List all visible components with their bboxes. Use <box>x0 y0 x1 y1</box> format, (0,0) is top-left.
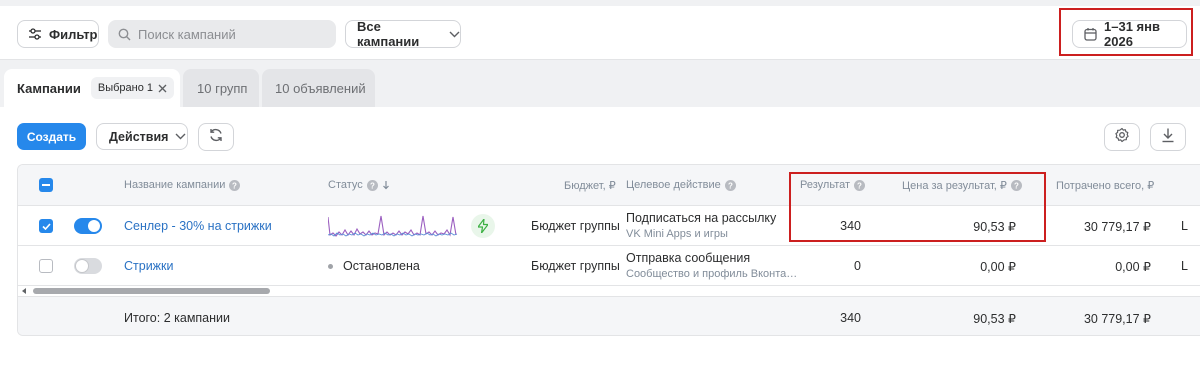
campaign-name-link[interactable]: Стрижки <box>124 259 174 273</box>
help-icon[interactable]: ? <box>229 179 241 191</box>
tab-groups-label: 10 групп <box>197 80 248 96</box>
date-range-button[interactable]: 1–31 янв 2026 <box>1072 19 1187 49</box>
lightning-icon[interactable] <box>471 214 495 238</box>
header-spent-label: Потрачено всего, ₽ <box>1056 180 1155 192</box>
result-cell: 0 <box>854 259 861 273</box>
gear-icon <box>1114 127 1130 148</box>
totals-spent: 30 779,17 ₽ <box>1083 312 1151 326</box>
goal-cell: Подписаться на рассылку <box>626 211 777 225</box>
download-icon <box>1161 127 1175 148</box>
sliders-icon <box>28 28 42 40</box>
campaign-toggle[interactable] <box>74 218 102 234</box>
status-sparkline <box>328 215 458 237</box>
tab-groups[interactable]: 10 групп <box>183 69 259 107</box>
goal-cell: Отправка сообщения <box>626 251 751 265</box>
totals-result: 340 <box>840 311 861 325</box>
spent-cell: 0,00 ₽ <box>1115 260 1151 274</box>
goal-sub: Сообщество и профиль Вконта… <box>626 268 798 280</box>
header-name-label: Название кампании <box>124 179 226 191</box>
date-range-label: 1–31 янв 2026 <box>1104 19 1160 49</box>
goal-sub: VK Mini Apps и игры <box>626 228 728 240</box>
table-row[interactable]: Стрижки Остановлена Бюджет группы Отправ… <box>18 246 1200 286</box>
budget-cell: Бюджет группы <box>531 219 620 233</box>
cost-per-result-cell: 0,00 ₽ <box>980 260 1016 274</box>
download-button[interactable] <box>1150 123 1186 151</box>
sort-down-icon[interactable] <box>382 180 390 190</box>
all-campaigns-dropdown[interactable]: Все кампании <box>345 19 461 49</box>
header-status-label: Статус <box>328 179 363 191</box>
help-icon[interactable]: ? <box>724 179 736 191</box>
status-cell: Остановлена <box>343 259 420 273</box>
search-input[interactable] <box>138 26 318 42</box>
header-goal[interactable]: Целевое действие ? <box>626 179 736 191</box>
refresh-icon <box>208 127 224 148</box>
svg-text:?: ? <box>728 181 733 190</box>
budget-cell: Бюджет группы <box>531 259 620 273</box>
select-all-checkbox[interactable] <box>39 178 53 192</box>
selected-chip: Выбрано 1 <box>90 77 175 99</box>
search-field[interactable] <box>108 20 336 48</box>
chevron-down-icon <box>175 133 186 140</box>
header-status[interactable]: Статус ? <box>328 179 390 191</box>
filter-button[interactable]: Фильтр <box>17 20 99 48</box>
close-icon[interactable] <box>158 84 167 93</box>
actions-label: Действия <box>109 129 169 144</box>
scroll-left-arrow-icon[interactable] <box>22 288 26 294</box>
all-campaigns-label: Все кампании <box>357 19 420 49</box>
spent-cell: 30 779,17 ₽ <box>1083 220 1151 234</box>
chevron-down-icon <box>449 31 460 38</box>
search-icon <box>118 28 131 41</box>
refresh-button[interactable] <box>198 123 234 151</box>
row-checkbox[interactable] <box>39 219 53 233</box>
svg-text:?: ? <box>232 181 237 190</box>
filter-bar: Фильтр Все кампании 1–31 янв 2026 <box>0 6 1200 60</box>
row-checkbox[interactable] <box>39 259 53 273</box>
tab-ads[interactable]: 10 объявлений <box>262 69 375 107</box>
calendar-icon <box>1084 27 1097 41</box>
settings-button[interactable] <box>1104 123 1140 151</box>
header-goal-label: Целевое действие <box>626 179 721 191</box>
scrollbar-thumb[interactable] <box>33 288 270 294</box>
tab-ads-label: 10 объявлений <box>275 80 366 96</box>
selected-chip-label: Выбрано 1 <box>97 82 154 94</box>
actions-dropdown[interactable]: Действия <box>96 123 188 150</box>
filter-label: Фильтр <box>49 26 98 42</box>
totals-label: Итого: 2 кампании <box>124 311 231 325</box>
table-totals: Итого: 2 кампании 340 90,53 ₽ 30 779,17 … <box>18 296 1200 335</box>
horizontal-scrollbar[interactable] <box>18 286 1200 296</box>
status-dot <box>328 264 333 269</box>
campaign-toggle[interactable] <box>74 258 102 274</box>
svg-text:?: ? <box>370 181 375 190</box>
overflow-cell: L <box>1181 219 1188 233</box>
header-budget[interactable]: Бюджет, ₽ <box>564 179 616 192</box>
help-icon[interactable]: ? <box>366 179 378 191</box>
overflow-cell: L <box>1181 259 1188 273</box>
totals-cost-per-result: 90,53 ₽ <box>973 312 1016 326</box>
tab-campaigns[interactable]: Кампании Выбрано 1 <box>4 69 180 107</box>
header-spent[interactable]: Потрачено всего, ₽ <box>1056 179 1154 192</box>
header-name[interactable]: Название кампании ? <box>124 179 241 191</box>
campaign-name-link[interactable]: Сенлер - 30% на стрижки <box>124 219 272 233</box>
header-budget-label: Бюджет, ₽ <box>564 180 616 192</box>
tab-campaigns-label: Кампании <box>17 80 81 96</box>
result-highlight-frame <box>789 172 1046 242</box>
create-button[interactable]: Создать <box>17 123 86 150</box>
